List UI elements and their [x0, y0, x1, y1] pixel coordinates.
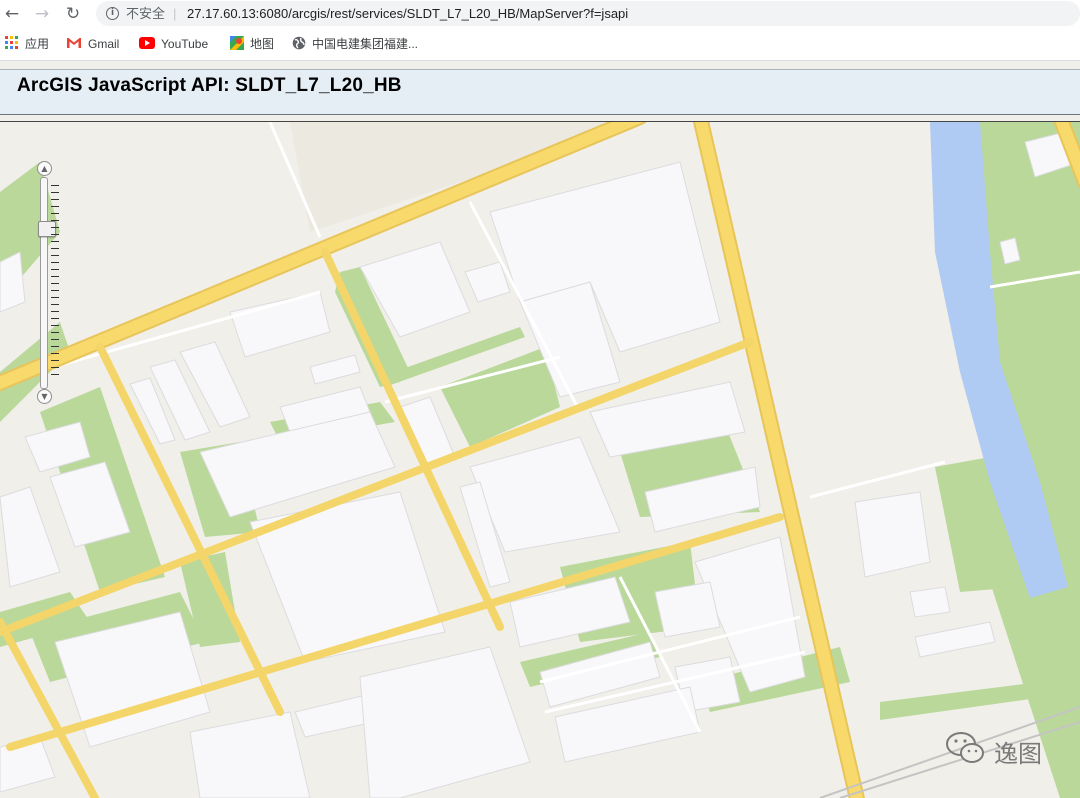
bookmark-gmail[interactable]: Gmail — [66, 36, 119, 52]
globe-icon — [292, 36, 306, 54]
youtube-icon — [139, 36, 155, 53]
page-title: ArcGIS JavaScript API: SLDT_L7_L20_HB — [17, 75, 402, 96]
maps-icon — [230, 36, 244, 54]
bookmark-powerchina[interactable]: 中国电建集团福建... — [292, 36, 418, 52]
reload-button[interactable]: ↻ — [62, 3, 84, 25]
zoom-out-button[interactable]: ▼ — [37, 389, 52, 404]
bookmark-label: YouTube — [161, 37, 209, 51]
map-view[interactable]: ▲ ▼ — [0, 122, 1080, 798]
zoom-track[interactable] — [38, 177, 56, 389]
security-label: 不安全 — [126, 6, 166, 21]
bookmark-youtube[interactable]: YouTube — [139, 36, 208, 52]
bookmark-maps[interactable]: 地图 — [230, 36, 274, 52]
page-header: ArcGIS JavaScript API: SLDT_L7_L20_HB — [0, 69, 1080, 115]
address-bar[interactable]: i 不安全 | 27.17.60.13:6080/arcgis/rest/ser… — [96, 1, 1080, 26]
browser-toolbar: ← → ↻ i 不安全 | 27.17.60.13:6080/arcgis/re… — [0, 0, 1080, 28]
bookmark-label: 中国电建集团福建... — [312, 37, 419, 52]
zoom-ticks — [51, 185, 59, 381]
forward-button[interactable]: → — [31, 3, 53, 25]
address-separator: | — [173, 6, 177, 21]
bookmark-apps[interactable]: 应用 — [5, 36, 49, 52]
info-icon[interactable]: i — [106, 7, 119, 20]
bookmark-label: Gmail — [88, 37, 120, 51]
url-text[interactable]: 27.17.60.13:6080/arcgis/rest/services/SL… — [187, 1, 628, 26]
apps-grid-icon — [5, 36, 19, 54]
back-button[interactable]: ← — [1, 3, 23, 25]
wechat-icon — [944, 730, 988, 771]
zoom-in-button[interactable]: ▲ — [37, 161, 52, 176]
gmail-icon — [66, 37, 82, 53]
zoom-slider[interactable]: ▲ ▼ — [36, 161, 66, 405]
map-tiles — [0, 122, 1080, 798]
watermark-text: 逸图 — [994, 740, 1042, 768]
bookmark-label: 地图 — [250, 37, 275, 52]
bookmarks-bar: 应用 Gmail YouTube 地图 中国电建集团福建... — [0, 28, 1080, 61]
bookmark-label: 应用 — [25, 37, 50, 52]
